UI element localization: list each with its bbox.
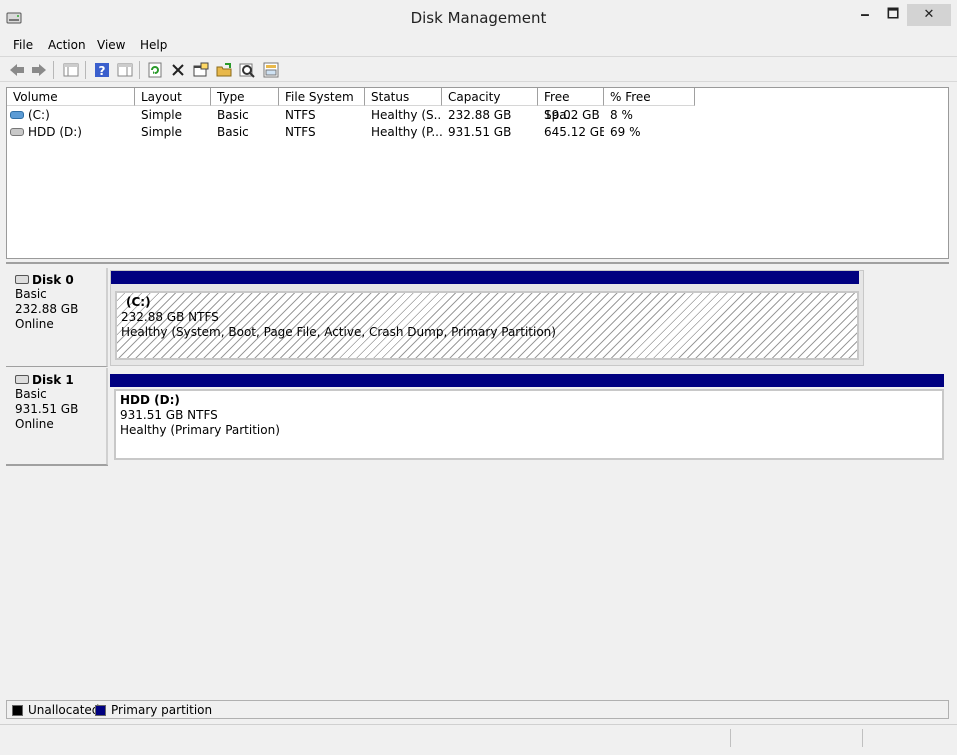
status-bar-separator: [730, 729, 731, 747]
capacity-cell: 232.88 GB: [448, 108, 512, 122]
disk-0-label: Disk 0: [32, 272, 74, 287]
legend-primary-partition: Primary partition: [95, 703, 212, 717]
refresh-icon[interactable]: [146, 61, 164, 79]
disk-state: Online: [15, 317, 54, 331]
window-title: Disk Management: [410, 9, 547, 27]
column-header-type[interactable]: Type: [211, 88, 279, 106]
disk-name: Disk 1: [15, 372, 106, 387]
legend-label: Primary partition: [111, 703, 213, 717]
search-icon[interactable]: [238, 61, 256, 79]
status-cell: Healthy (S...: [371, 108, 442, 122]
menu-action[interactable]: Action: [48, 38, 86, 52]
disk-size: 931.51 GB: [15, 402, 79, 416]
layout-cell: Simple: [141, 125, 182, 139]
disk-size: 232.88 GB: [15, 302, 79, 316]
partition-c[interactable]: (C:) 232.88 GB NTFS Healthy (System, Boo…: [115, 291, 859, 360]
column-header-percent-free[interactable]: % Free: [604, 88, 695, 106]
partition-color-bar: [111, 271, 859, 284]
delete-icon[interactable]: [169, 61, 187, 79]
toolbar: ?: [0, 56, 957, 82]
disk-graphical-view: Disk 0 Basic 232.88 GB Online (C:) 232.8…: [6, 262, 949, 698]
toolbar-separator: [53, 61, 54, 79]
disk-type: Basic: [15, 287, 47, 301]
help-icon[interactable]: ?: [93, 61, 111, 79]
properties-icon[interactable]: [192, 61, 210, 79]
legend-unallocated: Unallocated: [12, 703, 99, 717]
open-icon[interactable]: [215, 61, 233, 79]
free-space-cell: 645.12 GB: [544, 125, 604, 139]
disk-0-info[interactable]: Disk 0 Basic 232.88 GB Online: [6, 268, 108, 367]
svg-text:?: ?: [99, 64, 106, 78]
partition-color-bar: [110, 374, 944, 387]
column-header-capacity[interactable]: Capacity: [442, 88, 538, 106]
divider: [6, 465, 108, 466]
console-tree-icon[interactable]: [62, 61, 80, 79]
column-header-file-system[interactable]: File System: [279, 88, 365, 106]
primary-partition-swatch: [95, 704, 106, 716]
capacity-cell: 931.51 GB: [448, 125, 512, 139]
legend-label: Unallocated: [28, 703, 100, 717]
partition-name: (C:): [126, 295, 151, 309]
partition-status: Healthy (Primary Partition): [120, 423, 280, 437]
volume-name: HDD (D:): [28, 125, 82, 139]
partition-size-fs: 232.88 GB NTFS: [121, 310, 219, 324]
disk-name: Disk 0: [15, 272, 106, 287]
type-cell: Basic: [217, 125, 249, 139]
layout-cell: Simple: [141, 108, 182, 122]
drive-icon: [10, 110, 24, 119]
hard-disk-icon: [15, 375, 29, 384]
volume-list-header: Volume Layout Type File System Status Ca…: [7, 88, 948, 122]
unallocated-swatch: [12, 704, 23, 716]
percent-free-cell: 8 %: [610, 108, 633, 122]
volume-cell: HDD (D:): [10, 124, 135, 141]
free-space-cell: 19.02 GB: [544, 108, 600, 122]
drive-icon: [10, 127, 24, 136]
title-bar: Disk Management 🗕 🗖 ✕: [0, 0, 957, 36]
menu-bar: File Action View Help: [0, 36, 957, 56]
file-system-cell: NTFS: [285, 108, 316, 122]
legend: Unallocated Primary partition: [6, 700, 949, 719]
export-icon[interactable]: [262, 61, 280, 79]
partition-name: HDD (D:): [120, 393, 180, 407]
toolbar-separator: [85, 61, 86, 79]
partition-size-fs: 931.51 GB NTFS: [120, 408, 218, 422]
menu-view[interactable]: View: [97, 38, 125, 52]
maximize-button[interactable]: 🗖: [878, 4, 908, 26]
column-header-layout[interactable]: Layout: [135, 88, 211, 106]
volume-list: Volume Layout Type File System Status Ca…: [6, 87, 949, 259]
close-button[interactable]: ✕: [907, 4, 951, 26]
action-pane-icon[interactable]: [116, 61, 134, 79]
file-system-cell: NTFS: [285, 125, 316, 139]
back-arrow-icon[interactable]: [8, 61, 26, 79]
disk-0-partition-area: (C:) 232.88 GB NTFS Healthy (System, Boo…: [110, 270, 864, 366]
disk-1-label: Disk 1: [32, 372, 74, 387]
hard-disk-icon: [15, 275, 29, 284]
minimize-button[interactable]: 🗕: [850, 4, 880, 26]
disk-1-partition-area: HDD (D:) 931.51 GB NTFS Healthy (Primary…: [110, 374, 946, 462]
table-row[interactable]: (C:) Simple Basic NTFS Healthy (S... 232…: [7, 107, 948, 124]
status-bar-separator: [862, 729, 863, 747]
partition-status: Healthy (System, Boot, Page File, Active…: [121, 325, 556, 339]
status-bar: [0, 724, 957, 748]
forward-arrow-icon[interactable]: [30, 61, 48, 79]
volume-name: (C:): [28, 108, 50, 122]
volume-cell: (C:): [10, 107, 135, 124]
partition-d[interactable]: HDD (D:) 931.51 GB NTFS Healthy (Primary…: [114, 389, 944, 460]
disk-state: Online: [15, 417, 54, 431]
toolbar-separator: [139, 61, 140, 79]
table-row[interactable]: HDD (D:) Simple Basic NTFS Healthy (P...…: [7, 124, 948, 141]
disk-type: Basic: [15, 387, 47, 401]
column-header-volume[interactable]: Volume: [7, 88, 135, 106]
column-header-status[interactable]: Status: [365, 88, 442, 106]
type-cell: Basic: [217, 108, 249, 122]
column-header-free-space[interactable]: Free Spa...: [538, 88, 604, 122]
status-cell: Healthy (P...: [371, 125, 442, 139]
disk-1-info[interactable]: Disk 1 Basic 931.51 GB Online: [6, 368, 108, 465]
percent-free-cell: 69 %: [610, 125, 641, 139]
menu-file[interactable]: File: [13, 38, 33, 52]
menu-help[interactable]: Help: [140, 38, 167, 52]
